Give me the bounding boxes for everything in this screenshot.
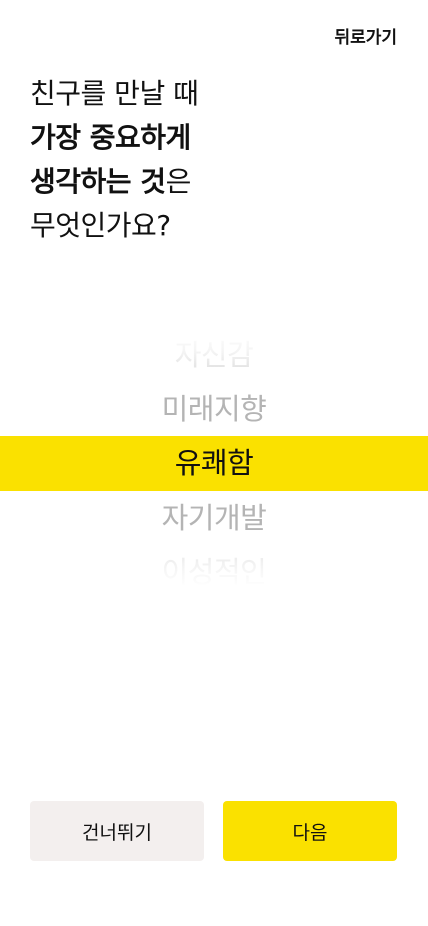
next-button[interactable]: 다음 <box>223 801 397 861</box>
back-button[interactable]: 뒤로가기 <box>334 26 397 50</box>
question-line-1: 친구를 만날 때 <box>30 77 199 110</box>
picker-option[interactable]: 자기개발 <box>0 491 428 545</box>
question-title: 친구를 만날 때 가장 중요하게 생각하는 것은 무엇인가요? <box>30 72 400 248</box>
question-line-3-strong: 생각하는 것 <box>30 165 166 198</box>
question-line-3-rest: 은 <box>165 165 192 198</box>
picker-option[interactable]: 자신감 <box>0 328 428 382</box>
picker-option[interactable]: 이성적인 <box>0 545 428 598</box>
picker-list[interactable]: 자신감 미래지향 유쾌함 자기개발 이성적인 <box>0 328 428 598</box>
value-picker[interactable]: 자신감 미래지향 유쾌함 자기개발 이성적인 <box>0 328 428 598</box>
skip-button[interactable]: 건너뛰기 <box>30 801 204 861</box>
picker-option-selected[interactable]: 유쾌함 <box>0 436 428 491</box>
picker-option[interactable]: 미래지향 <box>0 382 428 436</box>
question-line-2: 가장 중요하게 <box>30 121 191 154</box>
question-line-3: 생각하는 것은 <box>30 160 400 204</box>
question-line-4: 무엇인가요? <box>30 209 171 242</box>
